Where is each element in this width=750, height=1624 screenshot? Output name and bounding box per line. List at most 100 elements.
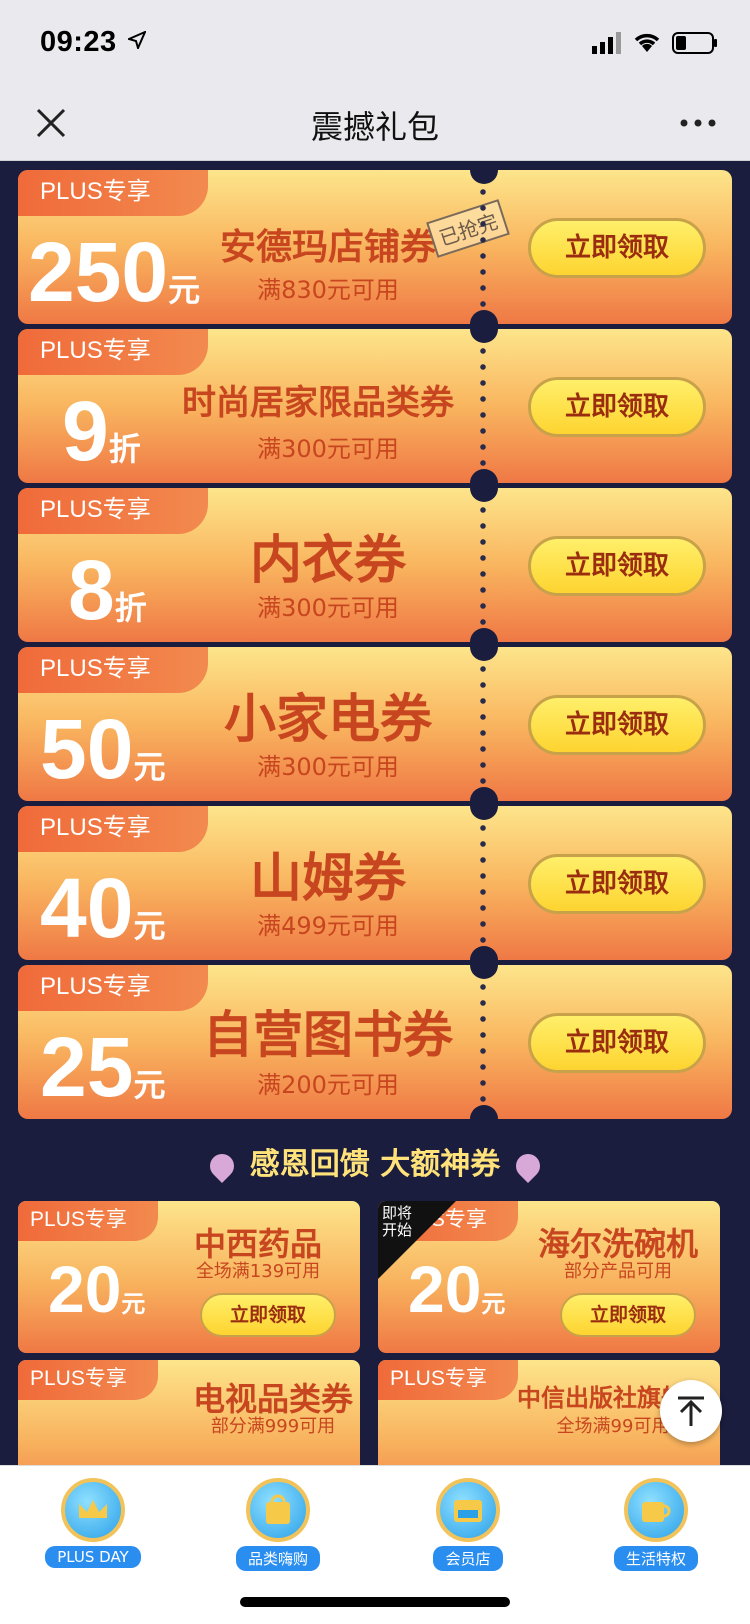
crown-icon bbox=[61, 1478, 125, 1542]
plus-tag: PLUS专享 bbox=[18, 1360, 158, 1400]
claim-button[interactable]: 立即领取 bbox=[200, 1293, 336, 1337]
ticket-notch bbox=[470, 787, 498, 801]
tab-label: 会员店 bbox=[433, 1546, 503, 1571]
coupon-amount: 25元 bbox=[40, 1017, 165, 1119]
coupon-amount: 8折 bbox=[68, 540, 147, 642]
coupon-condition: 部分满999可用 bbox=[210, 1416, 336, 1437]
ticket-perforation bbox=[480, 979, 486, 1105]
amount-value: 50 bbox=[40, 702, 134, 796]
amount-unit: 元 bbox=[168, 272, 201, 308]
tab-label: PLUS DAY bbox=[45, 1546, 141, 1568]
ticket-notch bbox=[470, 310, 498, 324]
status-bar: 09:23 bbox=[0, 0, 750, 88]
ticket-notch bbox=[470, 806, 498, 820]
ticket-notch bbox=[470, 1105, 498, 1119]
plus-tag: PLUS专享 bbox=[18, 170, 208, 216]
tab-life-privileges[interactable]: 生活特权 bbox=[596, 1478, 716, 1571]
amount-value: 25 bbox=[40, 1020, 134, 1114]
coupon-list: PLUS专享 250元 安德玛店铺券 满830元可用 已抢完 立即领取 PLUS… bbox=[0, 160, 750, 1465]
tab-label: 生活特权 bbox=[613, 1546, 698, 1571]
coupon-amount: 40元 bbox=[40, 858, 165, 960]
tab-category-shopping[interactable]: 品类嗨购 bbox=[218, 1478, 338, 1571]
arrow-up-icon bbox=[678, 1396, 704, 1426]
ticket-notch bbox=[470, 488, 498, 502]
coupon-condition: 满200元可用 bbox=[257, 1071, 399, 1099]
nav-bar: 震撼礼包 bbox=[0, 88, 750, 161]
tab-plus-day[interactable]: PLUS DAY bbox=[33, 1478, 153, 1568]
coupon-condition: 满300元可用 bbox=[257, 753, 399, 781]
claim-button[interactable]: 立即领取 bbox=[528, 536, 706, 596]
amount-unit: 元 bbox=[121, 1291, 146, 1318]
amount-unit: 元 bbox=[133, 908, 166, 944]
claim-button[interactable]: 立即领取 bbox=[528, 377, 706, 437]
coupon-card: PLUS专享 50元 小家电券 满300元可用 立即领取 bbox=[18, 647, 732, 801]
drop-decoration-icon bbox=[204, 1148, 239, 1183]
coupon-title: 安德玛店铺券 bbox=[219, 227, 436, 268]
coming-soon-label: 即将开始 bbox=[382, 1204, 413, 1239]
coupon-title: 小家电券 bbox=[223, 690, 432, 750]
coupon-card: PLUS专享 25元 自营图书券 满200元可用 立即领取 bbox=[18, 965, 732, 1119]
cellular-signal-icon bbox=[592, 32, 621, 54]
coupon-amount: 50元 bbox=[40, 699, 165, 801]
more-options-icon[interactable] bbox=[680, 118, 716, 128]
ticket-perforation bbox=[480, 661, 486, 787]
ticket-perforation bbox=[480, 502, 486, 628]
tab-member-store[interactable]: 会员店 bbox=[408, 1478, 528, 1571]
coupon-card: PLUS专享 8折 内衣券 满300元可用 立即领取 bbox=[18, 488, 732, 642]
home-indicator bbox=[240, 1597, 510, 1607]
coupon-condition: 满830元可用 bbox=[257, 276, 399, 304]
coupon-condition: 满300元可用 bbox=[257, 594, 399, 622]
small-coupon-card: PLUS专享 20元 海尔洗碗机 部分产品可用 立即领取 即将开始 bbox=[378, 1201, 720, 1353]
plus-tag: PLUS专享 bbox=[18, 329, 208, 375]
coffee-cup-icon bbox=[624, 1478, 688, 1542]
ticket-notch bbox=[470, 946, 498, 960]
coupon-amount: 250元 bbox=[28, 222, 200, 324]
ticket-notch bbox=[470, 469, 498, 483]
amount-unit: 折 bbox=[114, 590, 147, 626]
page-title: 震撼礼包 bbox=[310, 108, 439, 146]
plus-tag: PLUS专享 bbox=[18, 647, 208, 693]
small-coupon-card: PLUS专享 20元 中西药品 全场满139可用 立即领取 bbox=[18, 1201, 360, 1353]
claim-button[interactable]: 立即领取 bbox=[528, 1013, 706, 1073]
sold-out-stamp: 已抢完 bbox=[426, 199, 510, 258]
claim-button[interactable]: 立即领取 bbox=[528, 218, 706, 278]
wifi-icon bbox=[634, 33, 660, 52]
coupon-condition: 部分产品可用 bbox=[564, 1261, 672, 1282]
ticket-notch bbox=[470, 329, 498, 343]
amount-value: 8 bbox=[68, 543, 115, 637]
amount-unit: 折 bbox=[108, 431, 141, 467]
coupon-card: PLUS专享 250元 安德玛店铺券 满830元可用 已抢完 立即领取 bbox=[18, 170, 732, 324]
amount-unit: 元 bbox=[133, 749, 166, 785]
coupon-condition: 满300元可用 bbox=[257, 435, 399, 463]
coupon-condition: 全场满139可用 bbox=[195, 1261, 321, 1282]
coupon-title: 时尚居家限品类券 bbox=[182, 383, 454, 423]
claim-button[interactable]: 立即领取 bbox=[528, 695, 706, 755]
tab-label: 品类嗨购 bbox=[235, 1546, 320, 1571]
coupon-title: 山姆券 bbox=[249, 849, 406, 909]
banner-text: 感恩回馈 大额神券 bbox=[249, 1147, 501, 1182]
ticket-notch bbox=[470, 965, 498, 979]
claim-button[interactable]: 立即领取 bbox=[528, 854, 706, 914]
battery-icon bbox=[672, 32, 717, 54]
back-to-top-button[interactable] bbox=[660, 1380, 722, 1442]
coupon-amount: 9折 bbox=[62, 381, 141, 483]
coupon-title: 自营图书券 bbox=[203, 1006, 453, 1064]
drop-decoration-icon bbox=[511, 1148, 546, 1183]
amount-unit: 元 bbox=[133, 1067, 166, 1103]
plus-tag: PLUS专享 bbox=[378, 1360, 518, 1400]
coupon-card: PLUS专享 40元 山姆券 满499元可用 立即领取 bbox=[18, 806, 732, 960]
status-time: 09:23 bbox=[40, 26, 117, 58]
amount-value: 9 bbox=[62, 384, 109, 478]
ticket-perforation bbox=[480, 820, 486, 946]
claim-button[interactable]: 立即领取 bbox=[560, 1293, 696, 1337]
plus-tag: PLUS专享 bbox=[18, 488, 208, 534]
amount-value: 250 bbox=[28, 225, 169, 319]
amount-value: 20 bbox=[48, 1252, 122, 1326]
amount-unit: 元 bbox=[481, 1291, 506, 1318]
coupon-condition: 满499元可用 bbox=[257, 912, 399, 940]
plus-tag: PLUS专享 bbox=[18, 806, 208, 852]
location-arrow-icon bbox=[128, 31, 146, 49]
ticket-notch bbox=[470, 170, 498, 184]
section-banner: 感恩回馈 大额神券 bbox=[0, 1135, 750, 1195]
coupon-title: 内衣券 bbox=[249, 531, 406, 591]
